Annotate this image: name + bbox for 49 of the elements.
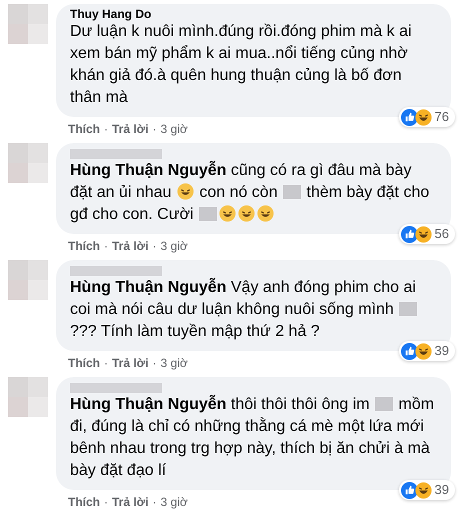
action-link[interactable]: Trả lời	[112, 493, 149, 511]
comment-text: Dư luận k nuôi mình.đúng rồi.đóng phim mà k ai xem bán mỹ phẩm k ai mua..nổi tiếng củng nhờ khán giả đó.à quên hung thuận củng là bố đơn thân mà	[70, 22, 413, 108]
laughing-emoji-icon	[414, 108, 432, 126]
blurred-avatar-drawing	[8, 260, 48, 300]
action-link[interactable]: Trả lời	[112, 237, 149, 255]
laughing-emoji-icon	[414, 342, 432, 360]
separator-dot: ·	[104, 494, 108, 511]
action-link[interactable]: Thích	[68, 237, 100, 255]
reaction-count[interactable]: 39	[398, 341, 455, 361]
separator-dot: ·	[104, 355, 108, 372]
action-link[interactable]: Thích	[68, 493, 100, 511]
separator-dot: ·	[152, 355, 157, 372]
laughing-emoji-icon	[176, 183, 194, 200]
reaction-count[interactable]: 39	[398, 480, 455, 500]
action-link[interactable]: Thích	[68, 120, 100, 138]
action-link[interactable]: Trả lời	[112, 354, 149, 372]
blurred-avatar-drawing	[8, 143, 48, 183]
separator-dot: ·	[152, 238, 157, 255]
like-icon	[400, 108, 418, 126]
blurred-avatar-drawing	[8, 4, 48, 44]
blurred-avatar-drawing	[8, 377, 48, 417]
laughing-emoji-icon	[414, 226, 432, 242]
blurred-text	[283, 185, 302, 199]
action-link[interactable]: Thích	[68, 354, 100, 372]
laughing-emoji-icon	[256, 205, 274, 222]
like-icon	[400, 342, 418, 360]
like-icon	[400, 482, 418, 498]
comment-text: Hùng Thuận Nguyễn thôi thôi thôi ông im mồm đi, đúng là chỉ có những thằng cá mè một lứa mới bênh nhau trong trg hợp này, thích bị ăn chửi à mà bày đặt đạo lí	[70, 394, 436, 481]
comment-time[interactable]: 3 giờ	[160, 237, 188, 255]
action-link[interactable]: Trả lời	[112, 120, 149, 138]
separator-dot: ·	[104, 121, 108, 138]
blurred-text	[198, 207, 217, 221]
comment-time[interactable]: 3 giờ	[160, 354, 188, 372]
separator-dot: ·	[152, 121, 157, 138]
separator-dot: ·	[152, 494, 157, 511]
separator-dot: ·	[104, 238, 108, 255]
author-name[interactable]: Thuy Hang Do	[70, 8, 152, 21]
like-icon	[400, 226, 418, 242]
comment-time[interactable]: 3 giờ	[160, 493, 188, 511]
blurred-text	[399, 302, 418, 316]
laughing-emoji-icon	[414, 482, 432, 498]
blurred-text	[375, 397, 394, 411]
reaction-count[interactable]: 56	[398, 224, 455, 244]
comment-text: Hùng Thuận Nguyễn cũng có ra gì đâu mà bày đặt an ủi nhau con nó còn thèm bày đặt cho gđ cho con. Cười	[70, 160, 430, 225]
reaction-count[interactable]: 76	[398, 107, 455, 127]
laughing-emoji-icon	[238, 205, 255, 222]
comment-text: Hùng Thuận Nguyễn Vậy anh đóng phim cho ai coi mà nói câu dư luận không nuôi sống mình ??? Tính làm tuyền mập thứ 2 hả ?	[70, 277, 418, 342]
comment-time[interactable]: 3 giờ	[160, 120, 188, 138]
laughing-emoji-icon	[218, 205, 236, 222]
